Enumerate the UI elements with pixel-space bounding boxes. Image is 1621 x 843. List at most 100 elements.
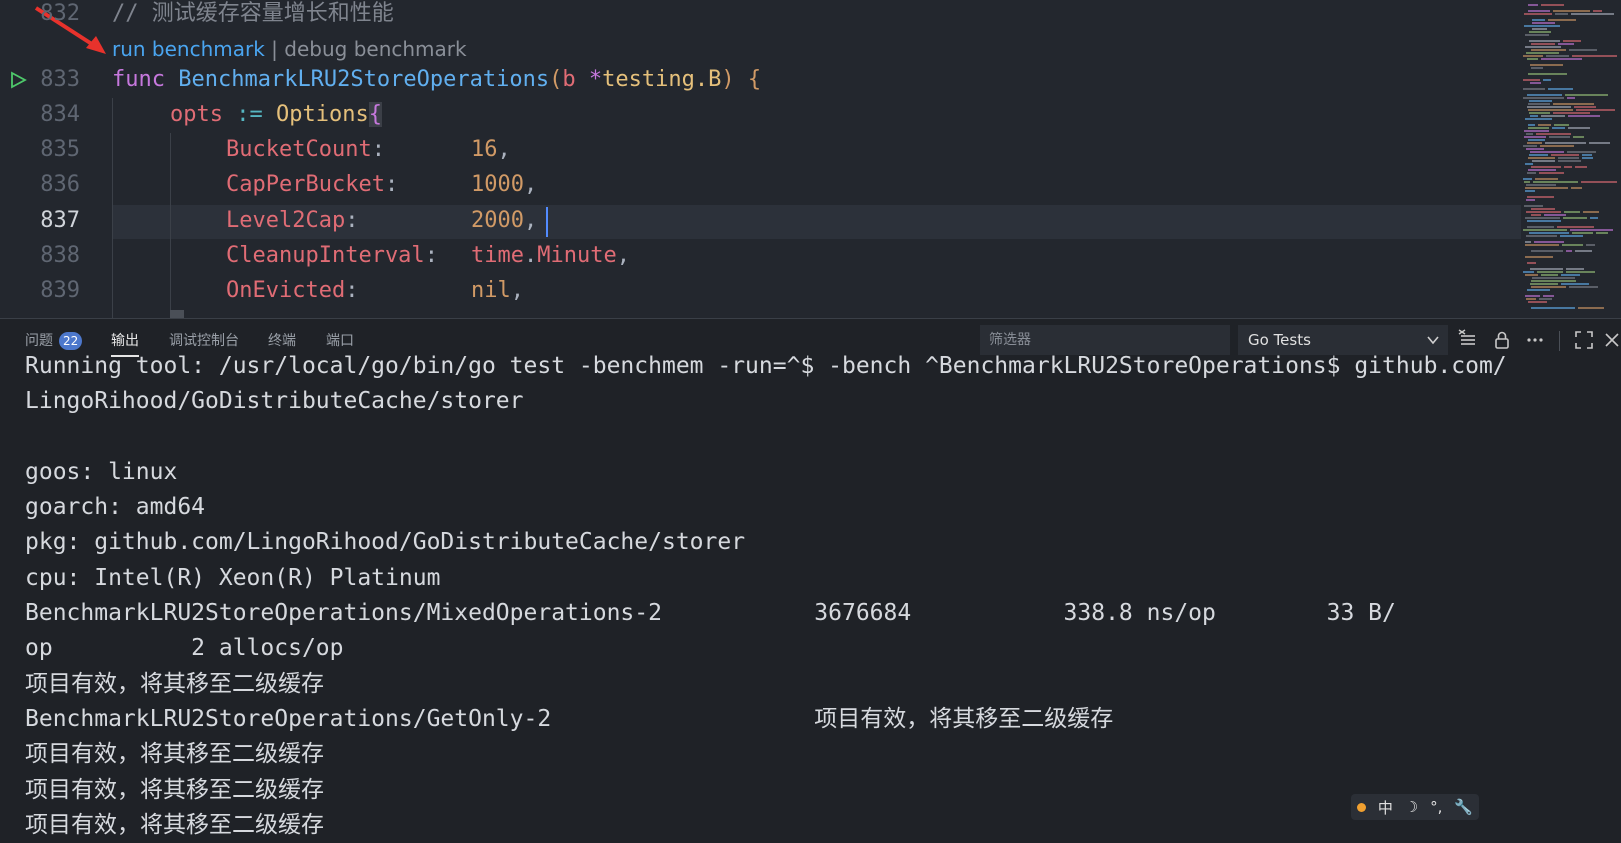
bottom-panel: 问题22 输出 调试控制台 终端 端口 Go Tests [0,318,1621,838]
minimap-stroke [1560,235,1583,237]
moon-icon[interactable]: ☽ [1405,798,1418,816]
codelens-separator: | [264,37,285,61]
minimap-stroke [1531,250,1563,252]
line-number: 834 [40,102,80,127]
close-panel-icon[interactable] [1603,329,1619,351]
debug-benchmark-link[interactable]: debug benchmark [284,37,466,61]
minimap-stroke [1578,307,1604,309]
minimap-stroke [1529,31,1551,33]
chevron-down-icon [1427,336,1439,345]
output-log[interactable]: Running tool: /usr/local/go/bin/go test … [25,349,1605,843]
minimap-stroke [1589,142,1610,144]
minimap-stroke [1530,82,1541,84]
minimap-stroke [1523,229,1567,231]
run-benchmark-link[interactable]: run benchmark [112,37,265,61]
minimap-stroke [1566,250,1572,252]
code-line-836: CapPerBucket: [226,168,398,202]
tab-label: 问题 [25,333,53,349]
nil-literal: nil [471,278,511,303]
minimap-stroke [1526,148,1544,150]
toolbar-separator [1559,331,1560,351]
comma: , [523,172,538,197]
minimap-stroke [1546,55,1569,57]
output-line: pkg: github.com/LingoRihood/GoDistribute… [25,529,746,556]
minimap-stroke [1530,283,1558,285]
minimap-stroke [1575,250,1592,252]
line-number: 832 [40,1,80,26]
minimap-stroke [1569,49,1597,51]
more-actions-icon[interactable] [1524,329,1546,351]
function-name: BenchmarkLRU2StoreOperations [178,67,550,92]
minimap-stroke [1526,298,1536,300]
codelens: run benchmark | debug benchmark [112,34,467,64]
minimap-stroke [1532,160,1555,162]
number: 16 [471,137,498,162]
minimap-stroke [1582,157,1593,159]
comma: , [523,208,538,233]
minimap-stroke [1574,106,1596,108]
minimap-stroke [1545,142,1586,144]
minimap-stroke [1523,178,1532,180]
wrench-icon[interactable]: 🔧 [1454,798,1473,816]
minimap-stroke [1572,55,1617,57]
minimap-stroke [1527,262,1536,264]
minimap-stroke [1526,199,1535,201]
code-line-835: BucketCount: [226,133,385,167]
minimap-stroke [1535,178,1558,180]
code-editor[interactable]: 832 // 测试缓存容量增长和性能 run benchmark | debug… [0,0,1621,318]
minimap-stroke [1564,166,1572,168]
lock-icon[interactable] [1491,329,1513,351]
minimap-stroke [1539,298,1552,300]
minimap-stroke [1558,160,1581,162]
minimap-stroke [1524,181,1530,183]
minimap-stroke [1525,190,1535,192]
run-test-icon[interactable] [9,71,27,89]
minimap-stroke [1531,286,1566,288]
code-line-833: func BenchmarkLRU2StoreOperations(b *tes… [112,63,761,97]
minimap-stroke [1538,124,1551,126]
operator: := [222,102,276,127]
clear-output-icon[interactable] [1457,329,1479,351]
output-line: 项目有效，将其移至二级缓存 [25,741,324,768]
number: 1000 [471,172,524,197]
minimap-stroke [1541,4,1564,6]
minimap-stroke [1582,154,1592,156]
minimap-stroke [1532,22,1555,24]
minimap-stroke [1541,58,1582,60]
brace: { [747,67,762,92]
fold-marker [170,310,184,318]
comma: , [616,243,630,268]
minimap-stroke [1531,307,1575,309]
minimap-stroke [1528,301,1547,303]
minimap-stroke [1566,271,1595,273]
minimap-stroke [1523,79,1540,81]
ime-language-toggle[interactable]: 中 [1378,797,1393,818]
minimap-stroke [1529,112,1550,114]
ime-toolbar[interactable]: 中 ☽ °, 🔧 [1351,794,1479,820]
minimap-stroke [1524,25,1560,27]
param: b [562,67,576,92]
variable: opts [170,102,223,127]
minimap-stroke [1526,235,1557,237]
punctuation-toggle[interactable]: °, [1430,798,1442,816]
minimap-stroke [1531,208,1555,210]
maximize-panel-icon[interactable] [1573,329,1595,351]
paren: ( [549,67,563,92]
minimap-stroke [1532,28,1547,30]
minimap[interactable] [1521,0,1621,318]
code-line-834: opts := Options{ [170,98,382,132]
minimap-stroke [1532,19,1545,21]
minimap-stroke [1530,151,1564,153]
paren: ) [721,67,748,92]
code-value: nil, [471,274,524,308]
colon: : [345,208,359,233]
minimap-stroke [1568,127,1590,129]
field-name: OnEvicted [226,278,346,303]
minimap-stroke [1568,115,1600,117]
minimap-stroke [1567,97,1575,99]
minimap-stroke [1531,280,1576,282]
minimap-stroke [1534,241,1564,243]
line-number: 833 [40,67,80,92]
minimap-stroke [1573,136,1584,138]
code-comment: // 测试缓存容量增长和性能 [112,1,394,26]
